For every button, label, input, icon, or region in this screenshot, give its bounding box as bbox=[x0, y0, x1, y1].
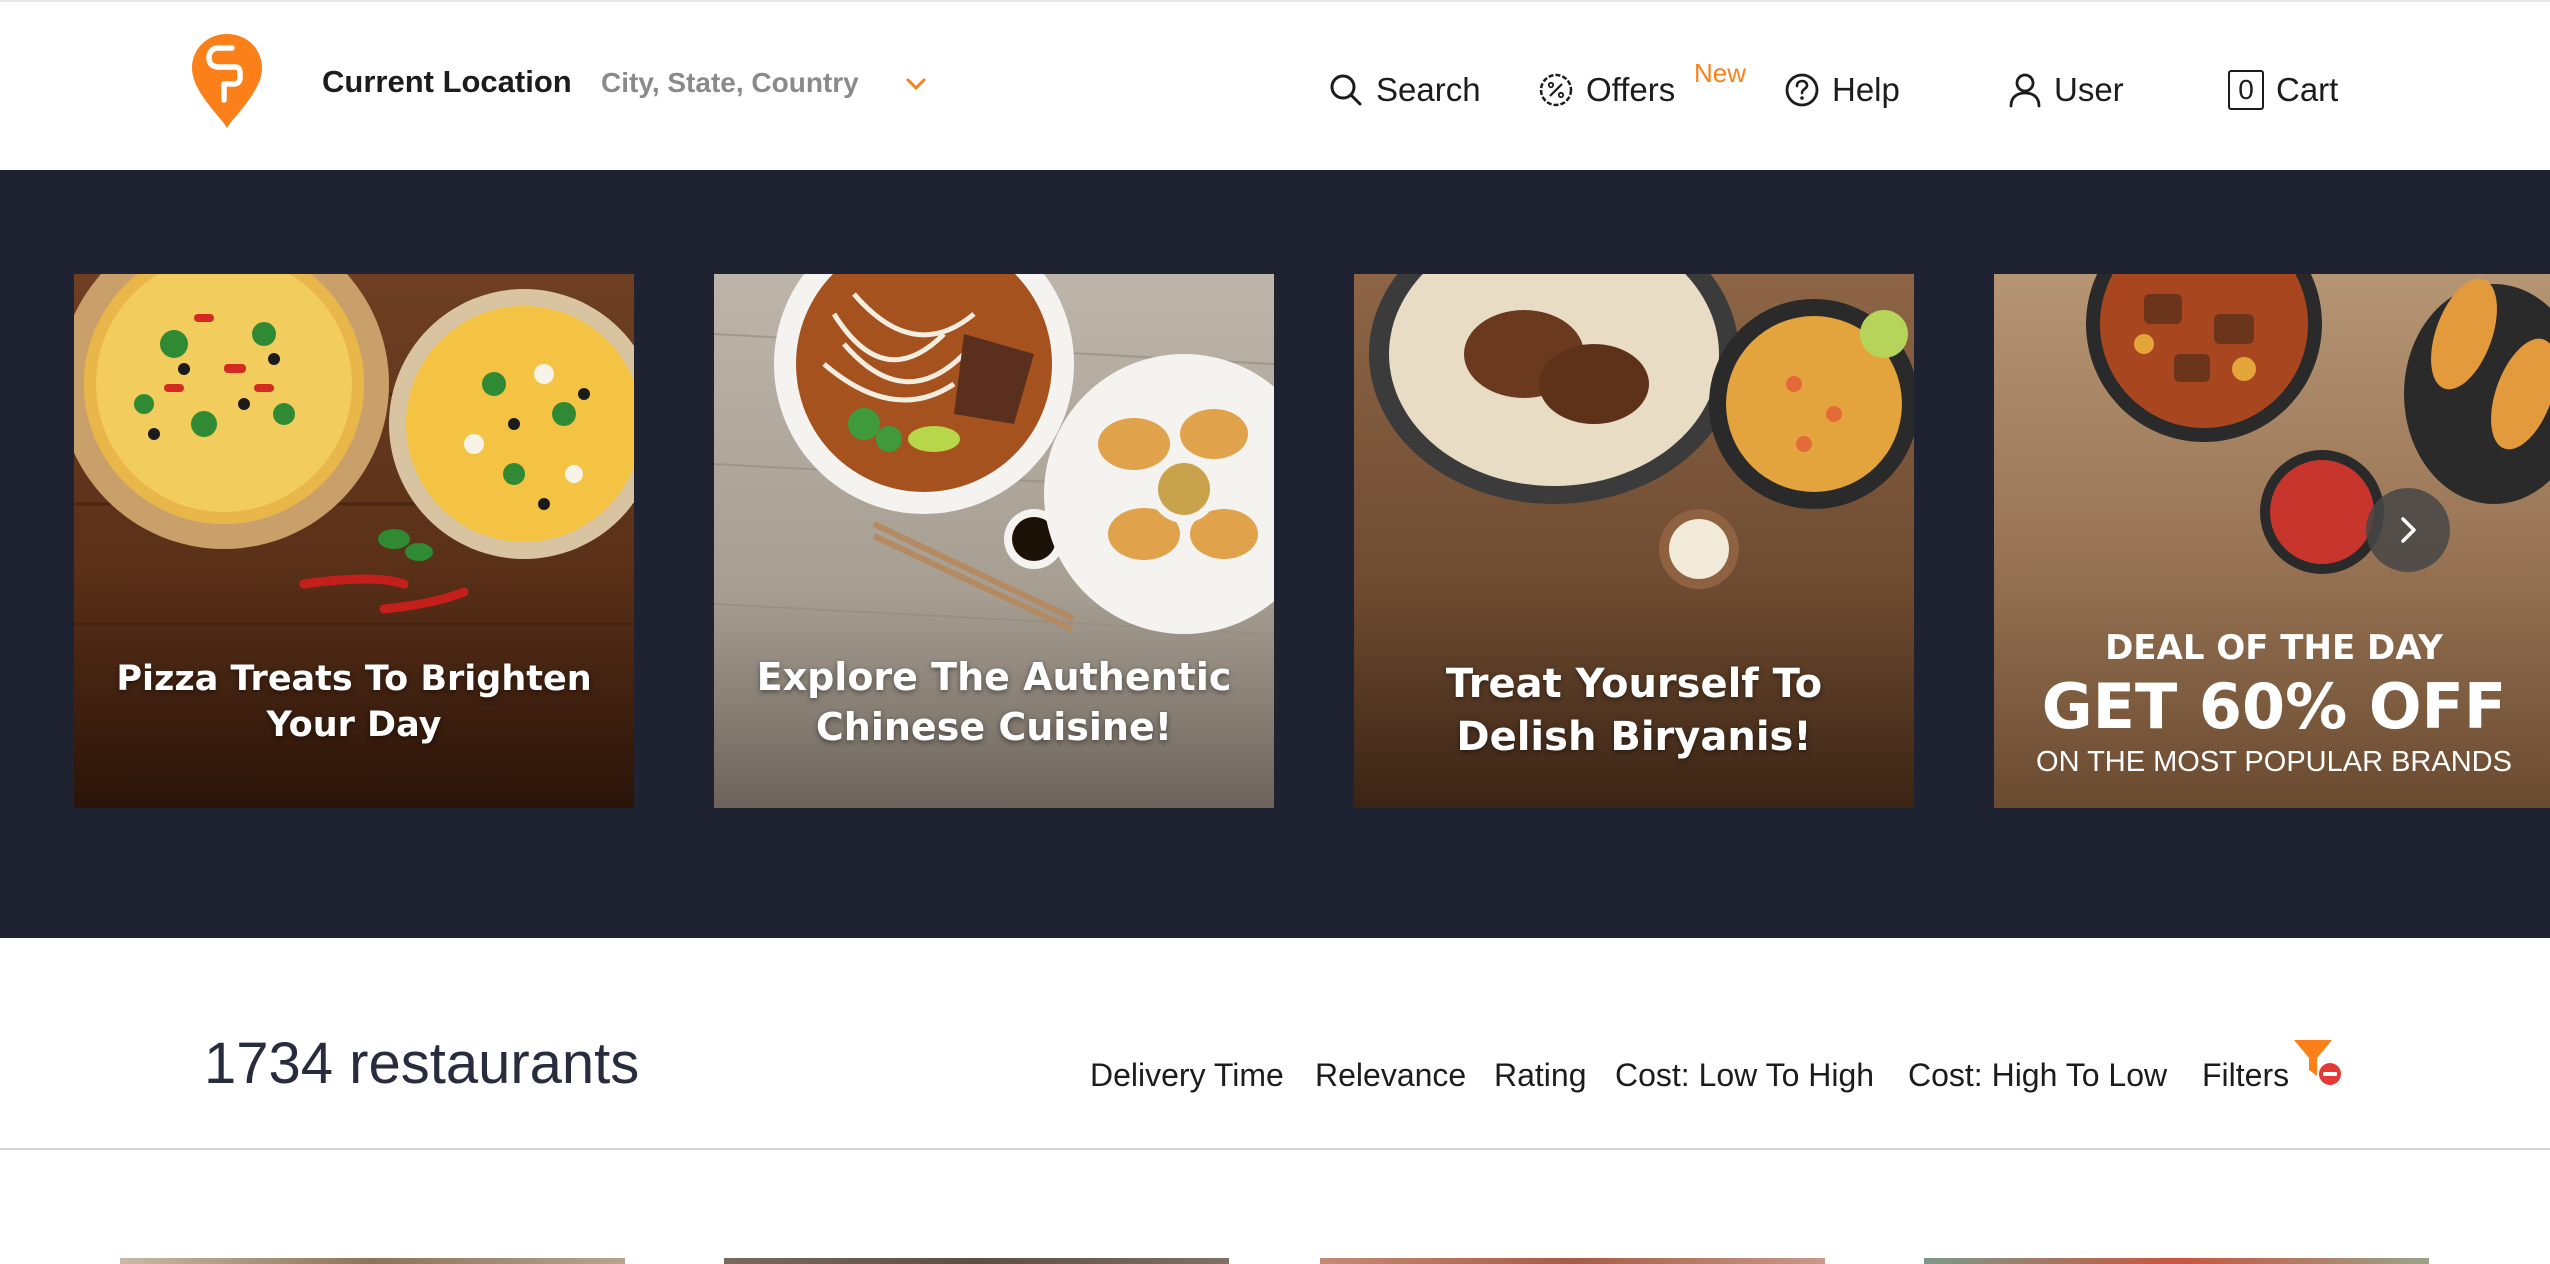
cart-count-badge: 0 bbox=[2228, 70, 2264, 110]
offers-carousel: Pizza Treats To Brighten Your Day Explor… bbox=[0, 170, 2550, 938]
sort-cost-low-to-high[interactable]: Cost: Low To High bbox=[1615, 1057, 1874, 1094]
sort-rating[interactable]: Rating bbox=[1494, 1057, 1587, 1094]
restaurant-card-peek bbox=[120, 1258, 625, 1264]
chevron-right-icon bbox=[2401, 517, 2416, 543]
carousel-card-biryani[interactable]: Treat Yourself To Delish Biryanis! bbox=[1354, 274, 1914, 808]
listing-divider bbox=[0, 1148, 2550, 1150]
card-chinese-title-line2: Chinese Cuisine! bbox=[815, 705, 1173, 750]
card-pizza-title-line2: Your Day bbox=[266, 705, 442, 746]
nav-search-label: Search bbox=[1376, 71, 1481, 108]
location-subtitle[interactable]: City, State, Country bbox=[601, 67, 859, 99]
restaurant-card-peek bbox=[1924, 1258, 2429, 1264]
card-pizza-title-line1: Pizza Treats To Brighten bbox=[116, 659, 592, 699]
filter-icon[interactable] bbox=[2290, 1036, 2344, 1090]
restaurant-card-peek bbox=[1320, 1258, 1825, 1264]
restaurant-count: 1734 restaurants bbox=[204, 1031, 640, 1096]
carousel-card-chinese[interactable]: Explore The Authentic Chinese Cuisine! bbox=[714, 274, 1274, 808]
top-header: Current Location City, State, Country Se… bbox=[0, 0, 2550, 170]
nav-cart-label: Cart bbox=[2276, 71, 2339, 108]
nav-cart[interactable]: 0 Cart bbox=[2228, 68, 2338, 112]
nav-offers[interactable]: Offers bbox=[1538, 68, 1675, 112]
sort-delivery-time[interactable]: Delivery Time bbox=[1090, 1057, 1284, 1094]
card-biryani-title-line2: Delish Biryanis! bbox=[1456, 713, 1812, 760]
deal-line3: ON THE MOST POPULAR BRANDS bbox=[2036, 746, 2512, 778]
search-icon bbox=[1330, 74, 1362, 106]
card-chinese-title-line1: Explore The Authentic bbox=[756, 655, 1232, 699]
sort-cost-high-to-low[interactable]: Cost: High To Low bbox=[1908, 1057, 2167, 1094]
location-title[interactable]: Current Location bbox=[322, 64, 572, 100]
filters-button[interactable]: Filters bbox=[2202, 1057, 2289, 1094]
restaurant-card-peek bbox=[724, 1258, 1229, 1264]
help-icon bbox=[1785, 73, 1819, 107]
sort-relevance[interactable]: Relevance bbox=[1315, 1057, 1466, 1094]
nav-help-label: Help bbox=[1832, 71, 1900, 108]
deal-line2: GET 60% OFF bbox=[2041, 670, 2507, 743]
offers-new-badge: New bbox=[1694, 58, 1747, 88]
nav-user[interactable]: User bbox=[2008, 68, 2124, 112]
card-biryani-title-line1: Treat Yourself To bbox=[1445, 661, 1823, 707]
carousel-next-button[interactable] bbox=[2366, 488, 2450, 572]
discount-icon bbox=[1539, 73, 1573, 107]
nav-search[interactable]: Search bbox=[1328, 68, 1481, 112]
user-icon bbox=[2009, 73, 2041, 108]
nav-help[interactable]: Help bbox=[1784, 68, 1900, 112]
chevron-down-icon[interactable] bbox=[902, 72, 930, 96]
deal-line1: DEAL OF THE DAY bbox=[2105, 628, 2443, 668]
carousel-card-pizza[interactable]: Pizza Treats To Brighten Your Day bbox=[74, 274, 634, 808]
nav-offers-label: Offers bbox=[1586, 71, 1676, 108]
carousel-card-deal[interactable]: DEAL OF THE DAY GET 60% OFF ON THE MOST … bbox=[1994, 274, 2550, 808]
nav-user-label: User bbox=[2054, 71, 2124, 108]
swiggy-logo-icon[interactable] bbox=[192, 34, 262, 128]
